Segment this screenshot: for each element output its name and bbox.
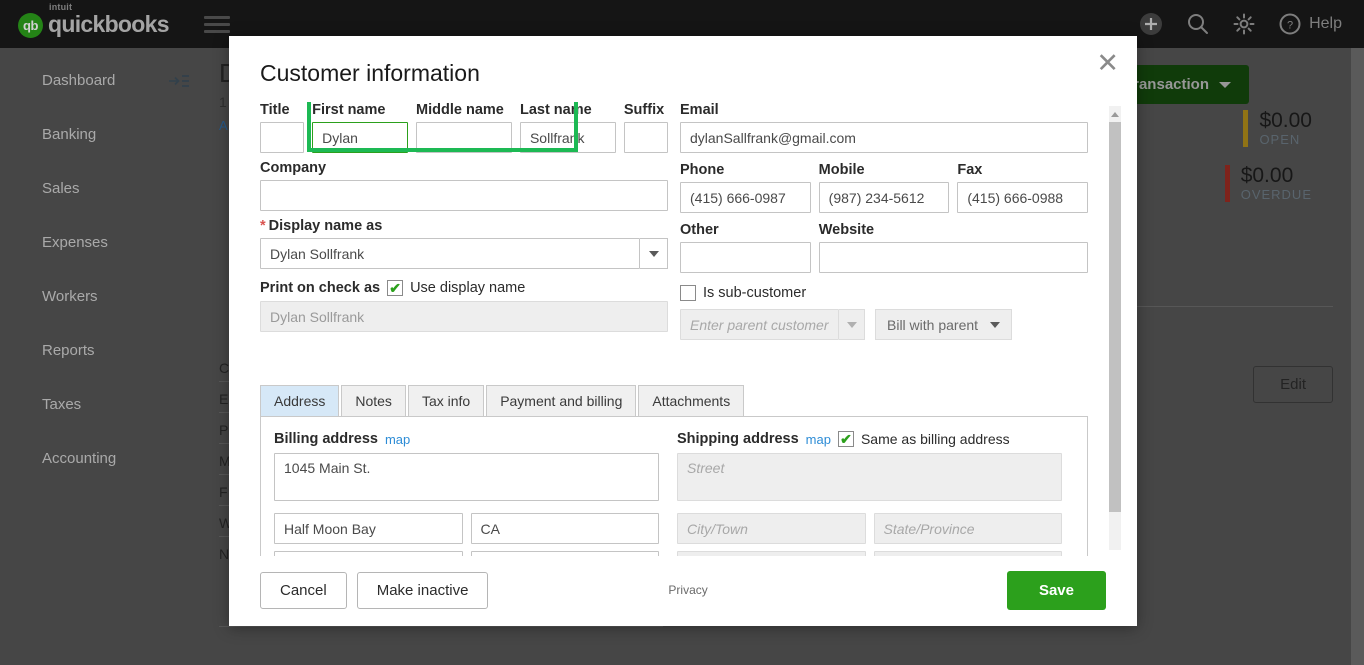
company-group: Company bbox=[260, 160, 668, 211]
print-on-check-group: Print on check as Use display name bbox=[260, 280, 668, 332]
shipping-address-heading: Shipping address bbox=[677, 431, 799, 447]
phone-input[interactable] bbox=[680, 182, 811, 213]
tab-payment-and-billing[interactable]: Payment and billing bbox=[486, 385, 637, 416]
tab-address[interactable]: Address bbox=[260, 385, 340, 416]
customer-information-modal: ✕ Customer information Title First name … bbox=[229, 36, 1137, 626]
scroll-up-arrow-icon[interactable] bbox=[1109, 106, 1121, 122]
suffix-input[interactable] bbox=[623, 122, 669, 153]
is-sub-customer-label: Is sub-customer bbox=[703, 285, 807, 301]
mobile-label: Mobile bbox=[818, 162, 865, 178]
print-on-check-input bbox=[260, 301, 668, 332]
billing-city-input[interactable] bbox=[274, 513, 463, 544]
save-button[interactable]: Save bbox=[1006, 570, 1106, 610]
shipping-street-input bbox=[677, 453, 1062, 501]
is-sub-customer-checkbox[interactable] bbox=[680, 285, 696, 301]
display-name-group: Display name as bbox=[260, 218, 668, 269]
contact-fields-group: Email Phone Mobile Fax bbox=[680, 102, 1089, 340]
tab-bar: Address Notes Tax info Payment and billi… bbox=[260, 385, 1088, 417]
billing-state-input[interactable] bbox=[470, 513, 659, 544]
mobile-input[interactable] bbox=[818, 182, 950, 213]
company-label: Company bbox=[260, 160, 327, 176]
other-label: Other bbox=[680, 222, 719, 238]
tab-attachments[interactable]: Attachments bbox=[638, 385, 745, 416]
website-label: Website bbox=[818, 222, 875, 238]
billing-street-input[interactable] bbox=[274, 453, 659, 501]
shipping-city-input bbox=[677, 513, 866, 544]
same-as-billing-checkbox[interactable] bbox=[837, 431, 854, 447]
display-name-label: Display name as bbox=[260, 218, 668, 234]
privacy-link[interactable]: Privacy bbox=[668, 583, 707, 597]
fax-input[interactable] bbox=[957, 182, 1089, 213]
shipping-map-link[interactable]: map bbox=[806, 432, 831, 447]
first-name-label: First name bbox=[312, 102, 386, 118]
middle-name-input[interactable] bbox=[416, 122, 512, 153]
shipping-address-group: Shipping address map Same as billing add… bbox=[677, 431, 1062, 556]
title-label: Title bbox=[260, 102, 290, 118]
email-label: Email bbox=[680, 102, 719, 118]
modal-scrollbar[interactable] bbox=[1109, 106, 1121, 550]
cancel-button[interactable]: Cancel bbox=[260, 571, 347, 609]
chevron-down-icon bbox=[648, 250, 659, 257]
app-root: D 1 A New transaction $0.00 OPEN $0.00 O… bbox=[0, 0, 1364, 665]
display-name-input[interactable] bbox=[260, 238, 641, 269]
parent-customer-dropdown-button bbox=[839, 309, 865, 340]
last-name-label: Last name bbox=[519, 102, 592, 118]
address-tab-panel: Billing address map 1045 Main St. Half M… bbox=[260, 417, 1088, 556]
name-fields-group: Title First name Middle name Last name bbox=[260, 102, 669, 153]
phone-label: Phone bbox=[680, 162, 725, 178]
use-display-name-checkbox[interactable] bbox=[387, 280, 404, 296]
use-display-name-label: Use display name bbox=[410, 280, 526, 296]
make-inactive-button[interactable]: Make inactive bbox=[356, 571, 489, 609]
chevron-down-icon bbox=[990, 321, 1001, 328]
title-input[interactable] bbox=[260, 122, 305, 153]
same-as-billing-label: Same as billing address bbox=[860, 431, 1010, 447]
display-name-dropdown-button[interactable] bbox=[640, 238, 668, 269]
modal-body: Title First name Middle name Last name bbox=[260, 102, 1106, 556]
last-name-input[interactable] bbox=[519, 122, 616, 153]
other-input[interactable] bbox=[680, 242, 811, 273]
website-input[interactable] bbox=[818, 242, 1088, 273]
billing-map-link[interactable]: map bbox=[385, 432, 410, 447]
email-input[interactable] bbox=[680, 122, 1088, 153]
print-on-check-label: Print on check as bbox=[260, 280, 381, 296]
tab-notes[interactable]: Notes bbox=[341, 385, 406, 416]
bill-with-parent-label: Bill with parent bbox=[887, 316, 979, 333]
modal-title: Customer information bbox=[260, 60, 480, 86]
details-tabs-section: Address Notes Tax info Payment and billi… bbox=[260, 385, 1088, 556]
scrollbar-thumb[interactable] bbox=[1109, 122, 1121, 512]
modal-footer: Cancel Make inactive Privacy Save bbox=[229, 554, 1137, 626]
shipping-state-input bbox=[873, 513, 1062, 544]
first-name-input[interactable] bbox=[312, 122, 409, 153]
fax-label: Fax bbox=[957, 162, 983, 178]
parent-customer-input bbox=[680, 309, 840, 340]
bill-with-parent-dropdown[interactable]: Bill with parent bbox=[875, 309, 1013, 340]
middle-name-label: Middle name bbox=[416, 102, 504, 118]
close-icon[interactable]: ✕ bbox=[1096, 50, 1119, 77]
tab-tax-info[interactable]: Tax info bbox=[407, 385, 485, 416]
billing-address-heading: Billing address bbox=[274, 431, 378, 447]
chevron-down-icon bbox=[846, 321, 857, 328]
suffix-label: Suffix bbox=[623, 102, 665, 118]
company-input[interactable] bbox=[260, 180, 668, 211]
billing-address-group: Billing address map bbox=[274, 431, 659, 556]
